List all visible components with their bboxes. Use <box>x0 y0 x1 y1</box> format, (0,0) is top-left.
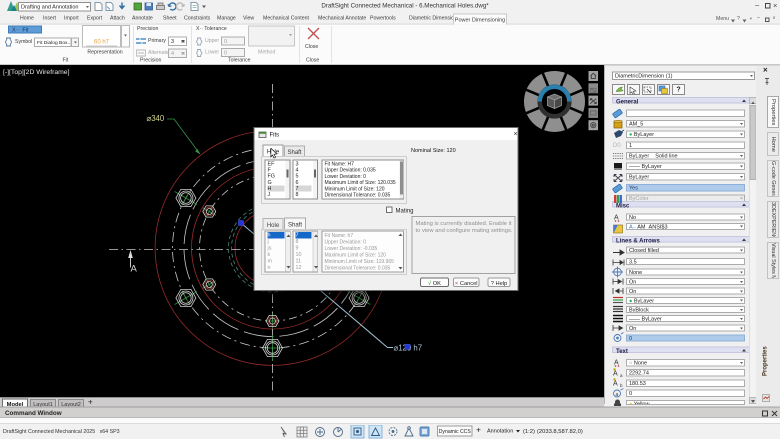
svg-text:D0: D0 <box>613 143 621 149</box>
svg-text:a: a <box>620 373 623 378</box>
svg-text:a: a <box>616 392 619 398</box>
svg-text:A: A <box>613 381 618 388</box>
svg-text:b: b <box>620 383 623 388</box>
svg-text:⌀340: ⌀340 <box>147 114 165 123</box>
svg-text:A: A <box>131 264 138 275</box>
svg-text:A: A <box>613 371 618 378</box>
